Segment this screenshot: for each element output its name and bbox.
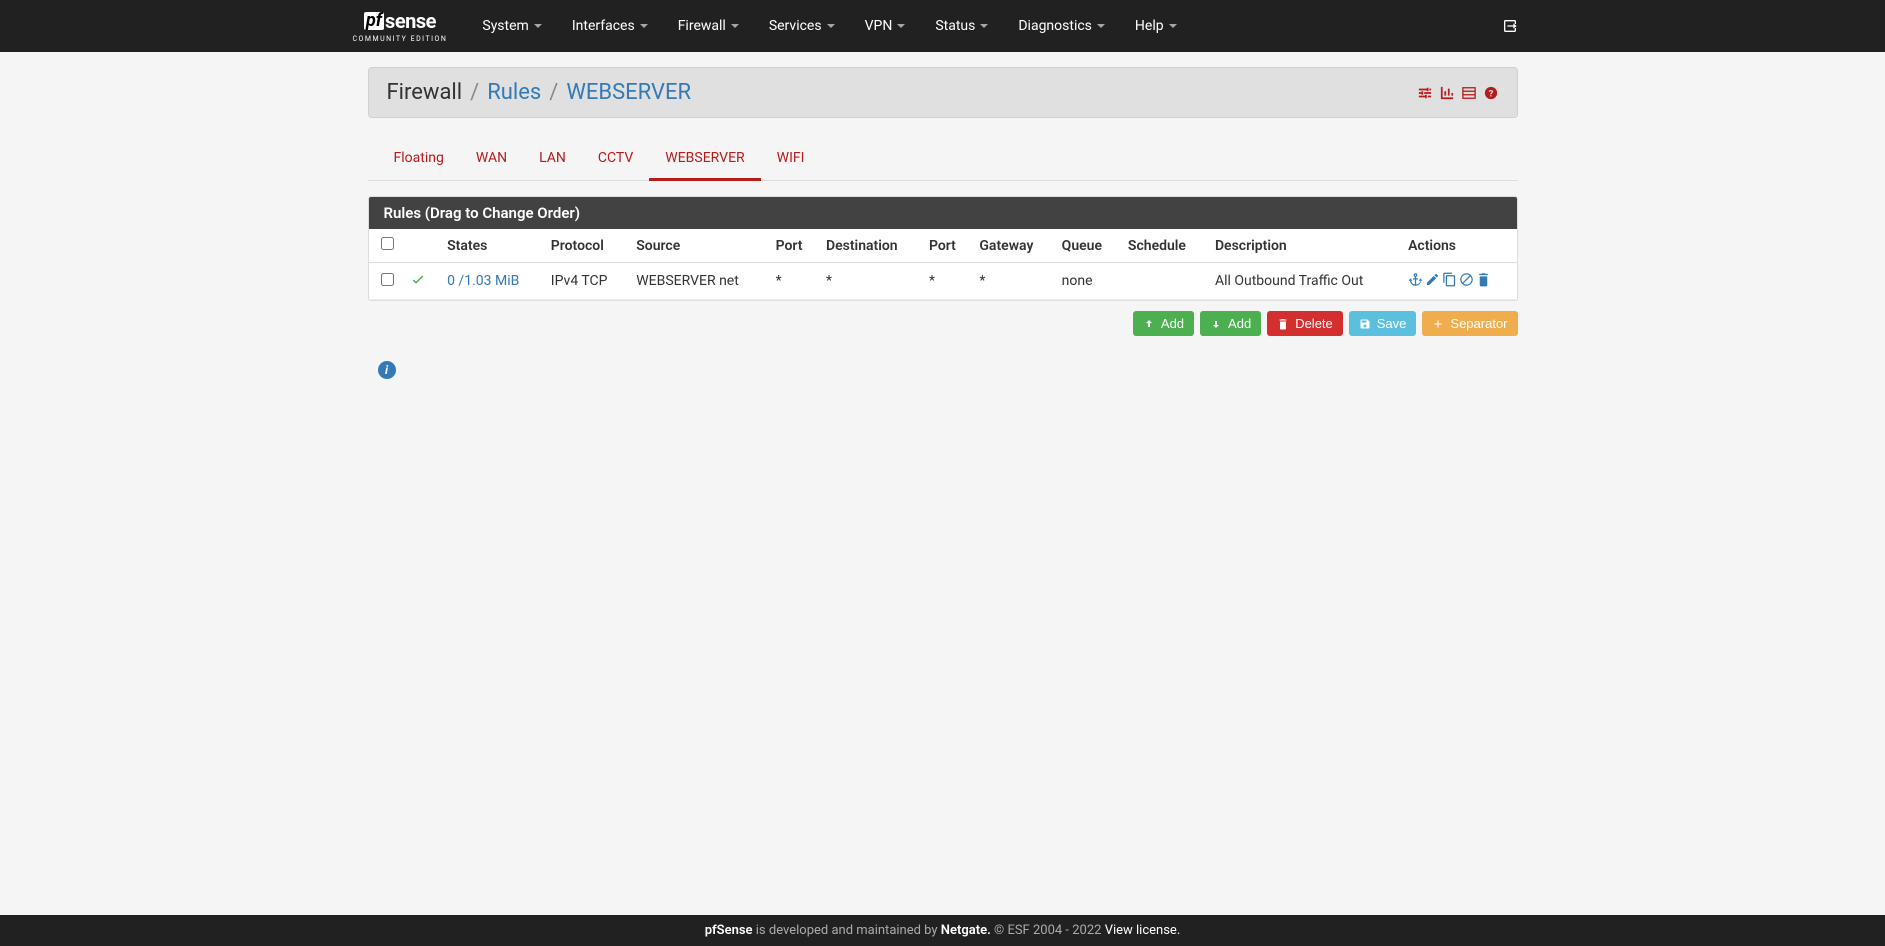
caret-icon xyxy=(980,24,988,28)
pass-icon xyxy=(410,275,426,291)
cell-dest: * xyxy=(818,263,921,300)
info-row: i xyxy=(368,361,1518,379)
top-navbar: pfsense COMMUNITY EDITION System Interfa… xyxy=(0,0,1885,52)
caret-icon xyxy=(731,24,739,28)
breadcrumb: Firewall / Rules / WEBSERVER xyxy=(387,80,692,105)
caret-icon xyxy=(1097,24,1105,28)
cell-queue: none xyxy=(1054,263,1120,300)
footer-text2: © ESF 2004 - 2022 xyxy=(991,923,1105,938)
rules-table: States Protocol Source Port Destination … xyxy=(369,229,1517,300)
select-all-checkbox[interactable] xyxy=(381,237,394,250)
tab-floating[interactable]: Floating xyxy=(378,138,460,181)
save-button[interactable]: Save xyxy=(1349,311,1417,336)
col-schedule: Schedule xyxy=(1120,229,1207,263)
col-dest: Destination xyxy=(818,229,921,263)
breadcrumb-sep: / xyxy=(470,80,479,105)
nav-vpn[interactable]: VPN xyxy=(850,3,921,49)
table-row[interactable]: 0 /1.03 MiB IPv4 TCP WEBSERVER net * * *… xyxy=(369,263,1517,300)
arrow-down-icon xyxy=(1210,318,1222,330)
nav-help[interactable]: Help xyxy=(1120,3,1192,49)
cell-dport: * xyxy=(921,263,971,300)
rules-panel: Rules (Drag to Change Order) States Prot… xyxy=(368,196,1518,301)
arrow-up-icon xyxy=(1143,318,1155,330)
tab-wan[interactable]: WAN xyxy=(460,138,523,181)
logo-suffix: sense xyxy=(385,9,436,33)
save-icon xyxy=(1359,318,1371,330)
row-actions xyxy=(1408,272,1508,291)
anchor-icon[interactable] xyxy=(1408,272,1423,291)
nav-diagnostics[interactable]: Diagnostics xyxy=(1003,3,1120,49)
footer-brand: pfSense xyxy=(705,923,753,938)
plus-icon xyxy=(1432,318,1444,330)
nav-status[interactable]: Status xyxy=(920,3,1003,49)
header-actions: ? xyxy=(1417,86,1499,100)
nav-menu: System Interfaces Firewall Services VPN … xyxy=(467,3,1191,49)
info-icon[interactable]: i xyxy=(378,361,396,379)
footer-text1: is developed and maintained by xyxy=(753,923,941,938)
nav-firewall[interactable]: Firewall xyxy=(663,3,754,49)
cell-protocol: IPv4 TCP xyxy=(543,263,628,300)
col-status xyxy=(402,229,440,263)
col-sport: Port xyxy=(768,229,818,263)
delete-icon[interactable] xyxy=(1476,272,1491,291)
logo-subtitle: COMMUNITY EDITION xyxy=(353,35,448,43)
logo-prefix: pf xyxy=(364,12,384,30)
copy-icon[interactable] xyxy=(1442,272,1457,291)
delete-button[interactable]: Delete xyxy=(1267,311,1343,336)
breadcrumb-current[interactable]: WEBSERVER xyxy=(566,80,691,105)
interface-tabs: Floating WAN LAN CCTV WEBSERVER WIFI xyxy=(368,138,1518,181)
col-source: Source xyxy=(628,229,767,263)
nav-services[interactable]: Services xyxy=(754,3,850,49)
logout-icon xyxy=(1502,18,1518,34)
tab-cctv[interactable]: CCTV xyxy=(582,138,649,181)
caret-icon xyxy=(534,24,542,28)
breadcrumb-rules[interactable]: Rules xyxy=(487,80,541,105)
add-bottom-button[interactable]: Add xyxy=(1200,311,1261,336)
cell-gateway: * xyxy=(971,263,1053,300)
nav-interfaces[interactable]: Interfaces xyxy=(557,3,663,49)
col-states: States xyxy=(439,229,543,263)
caret-icon xyxy=(827,24,835,28)
disable-icon[interactable] xyxy=(1459,272,1474,291)
cell-sport: * xyxy=(768,263,818,300)
col-protocol: Protocol xyxy=(543,229,628,263)
tab-lan[interactable]: LAN xyxy=(523,138,582,181)
states-link[interactable]: 0 /1.03 MiB xyxy=(447,273,519,289)
footer-netgate[interactable]: Netgate. xyxy=(941,923,991,938)
caret-icon xyxy=(897,24,905,28)
panel-title: Rules (Drag to Change Order) xyxy=(369,197,1517,229)
edit-icon[interactable] xyxy=(1425,272,1440,291)
logout-button[interactable] xyxy=(1487,3,1533,49)
cell-source: WEBSERVER net xyxy=(628,263,767,300)
caret-icon xyxy=(1169,24,1177,28)
footer-license-link[interactable]: View license. xyxy=(1105,923,1181,938)
breadcrumb-root: Firewall xyxy=(387,80,463,105)
nav-system[interactable]: System xyxy=(467,3,556,49)
trash-icon xyxy=(1277,318,1289,330)
row-checkbox[interactable] xyxy=(381,273,394,286)
settings-icon[interactable] xyxy=(1417,86,1433,100)
caret-icon xyxy=(640,24,648,28)
action-bar: Add Add Delete Save Separator xyxy=(368,311,1518,336)
separator-button[interactable]: Separator xyxy=(1422,311,1517,336)
svg-text:?: ? xyxy=(1488,88,1493,99)
tab-wifi[interactable]: WIFI xyxy=(761,138,821,181)
breadcrumb-sep: / xyxy=(549,80,558,105)
help-icon[interactable]: ? xyxy=(1483,86,1499,100)
add-top-button[interactable]: Add xyxy=(1133,311,1194,336)
page-header: Firewall / Rules / WEBSERVER ? xyxy=(368,67,1518,118)
logo[interactable]: pfsense COMMUNITY EDITION xyxy=(353,9,448,43)
cell-schedule xyxy=(1120,263,1207,300)
col-dport: Port xyxy=(921,229,971,263)
tab-webserver[interactable]: WEBSERVER xyxy=(649,138,760,181)
col-queue: Queue xyxy=(1054,229,1120,263)
log-icon[interactable] xyxy=(1461,86,1477,100)
footer: pfSense is developed and maintained by N… xyxy=(0,915,1885,946)
cell-description: All Outbound Traffic Out xyxy=(1207,263,1400,300)
col-gateway: Gateway xyxy=(971,229,1053,263)
col-description: Description xyxy=(1207,229,1400,263)
col-actions: Actions xyxy=(1400,229,1516,263)
chart-icon[interactable] xyxy=(1439,86,1455,100)
